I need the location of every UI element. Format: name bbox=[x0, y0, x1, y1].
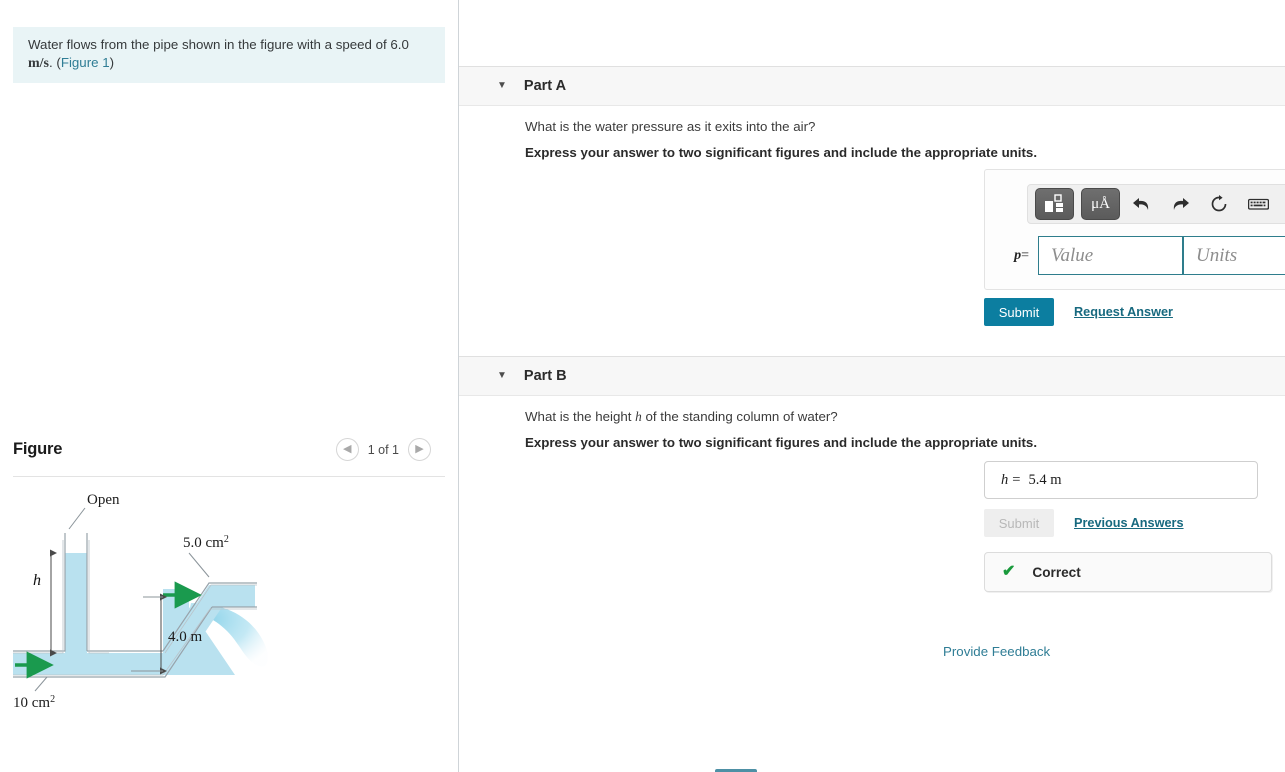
figure-counter: 1 of 1 bbox=[367, 442, 399, 457]
problem-text-end: ) bbox=[109, 55, 115, 70]
part-a-value-input[interactable]: Value bbox=[1038, 236, 1183, 275]
part-b-answer-field[interactable]: h = 5.4 m bbox=[984, 461, 1258, 499]
part-a-question: What is the water pressure as it exits i… bbox=[525, 119, 816, 134]
problem-statement-box: Water flows from the pipe shown in the f… bbox=[13, 27, 445, 83]
part-a-instruction: Express your answer to two significant f… bbox=[525, 145, 1038, 160]
part-b-question-after: of the standing column of water? bbox=[641, 409, 838, 424]
outlet-area-leader bbox=[188, 552, 210, 578]
status-badge: Correct bbox=[1032, 564, 1081, 580]
chevron-left-icon[interactable]: ◀ bbox=[335, 438, 359, 461]
problem-statement-text: Water flows from the pipe shown in the f… bbox=[28, 36, 431, 73]
part-b-question-variable: h bbox=[635, 409, 642, 424]
column-water-fill bbox=[65, 553, 87, 653]
part-a-label: Part A bbox=[523, 78, 567, 94]
figure-image: Open h 10 cm2 5.0 cm2 4.0 m bbox=[13, 485, 445, 735]
part-b-instruction: Express your answer to two significant f… bbox=[525, 435, 1038, 450]
right-panel: ▼ Part A What is the water pressure as i… bbox=[459, 0, 1285, 772]
part-a-variable-label: p= bbox=[1014, 247, 1029, 263]
problem-text-before: Water flows from the pipe shown in the f… bbox=[28, 37, 409, 52]
redo-icon[interactable] bbox=[1162, 188, 1198, 220]
chevron-right-icon[interactable]: ▶ bbox=[408, 438, 431, 461]
part-a-units-input[interactable]: Units bbox=[1183, 236, 1285, 275]
outlet-area-label: 5.0 cm2 bbox=[183, 534, 229, 551]
help-icon[interactable]: ? bbox=[1279, 188, 1285, 220]
part-b-label: Part B bbox=[523, 368, 567, 384]
part-b-question-before: What is the height bbox=[525, 409, 636, 424]
pipe-diagram-svg: Open h 10 cm2 5.0 cm2 4.0 m bbox=[13, 492, 268, 711]
figure-pagination: ◀ 1 of 1 ▶ bbox=[335, 438, 431, 461]
speed-units: m/s bbox=[28, 56, 49, 71]
figure-header: Figure ◀ 1 of 1 ▶ bbox=[13, 438, 445, 474]
part-a-answer-widget: μÅ p= Value Units bbox=[984, 169, 1285, 290]
reset-icon[interactable] bbox=[1201, 188, 1237, 220]
part-a-field-row: p= Value Units bbox=[999, 236, 1285, 275]
part-b-equals: = bbox=[1012, 471, 1021, 488]
part-b-submit-button: Submit bbox=[984, 509, 1054, 537]
provide-feedback-link[interactable]: Provide Feedback bbox=[943, 644, 1050, 659]
inlet-area-label: 10 cm2 bbox=[13, 694, 55, 711]
problem-text-after: . ( bbox=[49, 55, 61, 70]
outlet-water-fill bbox=[209, 585, 255, 607]
figure-1-link[interactable]: Figure 1 bbox=[61, 55, 110, 70]
part-a-units-placeholder: Units bbox=[1196, 244, 1238, 266]
inlet-area-leader bbox=[34, 676, 48, 692]
part-a-header[interactable]: ▼ Part A bbox=[459, 66, 1285, 106]
keyboard-icon[interactable] bbox=[1240, 188, 1276, 220]
undo-icon[interactable] bbox=[1123, 188, 1159, 220]
column-join-fill bbox=[65, 645, 87, 657]
part-a-value-placeholder: Value bbox=[1051, 244, 1094, 266]
figure-divider bbox=[13, 476, 445, 477]
h-label: h bbox=[33, 572, 41, 589]
caret-down-icon[interactable]: ▼ bbox=[497, 81, 507, 91]
caret-down-icon[interactable]: ▼ bbox=[497, 371, 507, 381]
problem-page: Water flows from the pipe shown in the f… bbox=[0, 0, 1285, 772]
part-b-question: What is the height h of the standing col… bbox=[525, 409, 838, 425]
open-leader-line bbox=[68, 507, 86, 530]
part-b-header[interactable]: ▼ Part B bbox=[459, 356, 1285, 396]
part-b-status-box: ✔ Correct bbox=[984, 552, 1272, 592]
check-icon: ✔ bbox=[1002, 563, 1016, 580]
part-a-equation-toolbar: μÅ bbox=[1027, 184, 1285, 224]
figure-panel-title: Figure bbox=[13, 440, 63, 458]
units-icon[interactable]: μÅ bbox=[1081, 188, 1120, 220]
height-label: 4.0 m bbox=[168, 629, 203, 645]
part-b-variable-label: h bbox=[1001, 471, 1009, 488]
previous-answers-link[interactable]: Previous Answers bbox=[1074, 516, 1184, 530]
open-label: Open bbox=[87, 492, 120, 508]
template-icon[interactable] bbox=[1035, 188, 1074, 220]
part-b-answer-value: 5.4 m bbox=[1028, 471, 1062, 488]
left-panel: Water flows from the pipe shown in the f… bbox=[0, 0, 459, 772]
request-answer-link[interactable]: Request Answer bbox=[1074, 305, 1173, 319]
part-a-submit-button[interactable]: Submit bbox=[984, 298, 1054, 326]
